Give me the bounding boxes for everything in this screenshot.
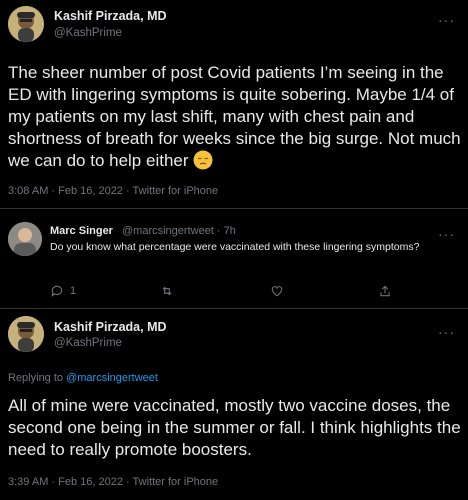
replying-to-link[interactable]: @marcsingertweet [66,372,158,384]
retweet-action[interactable] [160,284,174,298]
share-action[interactable] [378,284,392,298]
reply-count: 1 [70,285,77,297]
more-options-icon[interactable]: ··· [438,13,455,27]
avatar-kashif[interactable] [8,6,44,42]
reply-action[interactable]: 1 [50,284,76,298]
reply-more-options-icon[interactable]: ··· [438,227,455,241]
tweet-text: The sheer number of post Covid patients … [8,63,461,170]
replying-to: Replying to @marcsingertweet [8,372,158,384]
like-action[interactable] [270,284,284,298]
tweet-timestamp[interactable]: 3:08 AM · Feb 16, 2022 · Twitter for iPh… [8,185,218,197]
reply-author-handle[interactable]: @marcsingertweet · 7h [122,225,236,237]
reply-author-name[interactable]: Marc Singer [50,225,113,237]
tweet-text: All of mine were vaccinated, mostly two … [8,396,461,459]
author-name[interactable]: Kashif Pirzada, MD [54,9,167,23]
more-options-icon[interactable]: ··· [438,325,455,339]
share-icon [380,285,390,297]
avatar-marc[interactable] [8,222,42,256]
heart-icon [271,286,283,297]
author-handle[interactable]: @KashPrime [54,337,122,349]
author-name[interactable]: Kashif Pirzada, MD [54,320,167,334]
avatar-kashif[interactable] [8,316,44,352]
comment-icon [51,285,63,297]
tweet-timestamp[interactable]: 3:39 AM · Feb 16, 2022 · Twitter for iPh… [8,476,218,488]
retweet-icon [162,286,172,296]
reply-text: Do you know what percentage were vaccina… [50,241,420,253]
author-handle[interactable]: @KashPrime [54,27,122,39]
divider [0,208,468,209]
pensive-face-emoji [193,150,213,170]
divider [0,308,468,309]
